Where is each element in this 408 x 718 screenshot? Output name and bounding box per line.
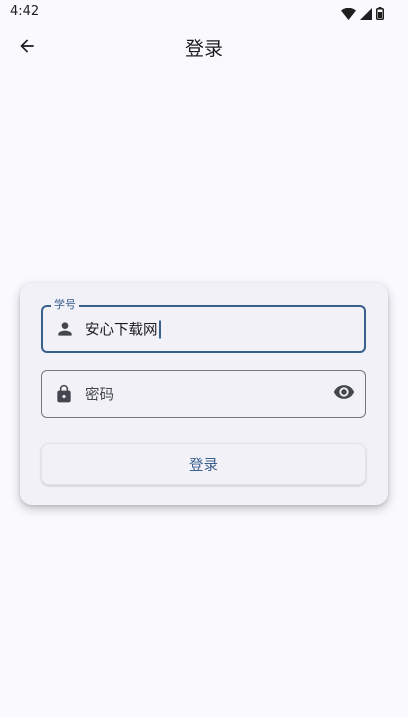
page-title: 登录: [184, 38, 223, 60]
toggle-password-visibility-button[interactable]: [332, 382, 356, 406]
login-card: 学号 安心下载网 密码 登录: [20, 283, 388, 505]
username-value: 安心下载网: [85, 322, 158, 339]
password-placeholder: 密码: [85, 387, 114, 404]
app-bar: 登录: [0, 24, 408, 70]
text-cursor: [158, 320, 161, 338]
password-field[interactable]: 密码: [41, 370, 366, 418]
person-icon: [55, 319, 75, 339]
wifi-icon: [341, 5, 356, 24]
battery-icon: [376, 5, 384, 24]
status-icons: [341, 5, 384, 24]
username-label: 学号: [51, 298, 79, 312]
username-field[interactable]: 学号 安心下载网: [41, 298, 366, 353]
eye-icon: [333, 381, 355, 407]
lock-icon: [54, 384, 74, 404]
status-bar: 4:42: [0, 0, 408, 24]
username-input[interactable]: 安心下载网: [85, 319, 161, 340]
login-button[interactable]: 登录: [41, 443, 366, 485]
signal-icon: [360, 5, 372, 24]
status-time: 4:42: [10, 4, 40, 19]
